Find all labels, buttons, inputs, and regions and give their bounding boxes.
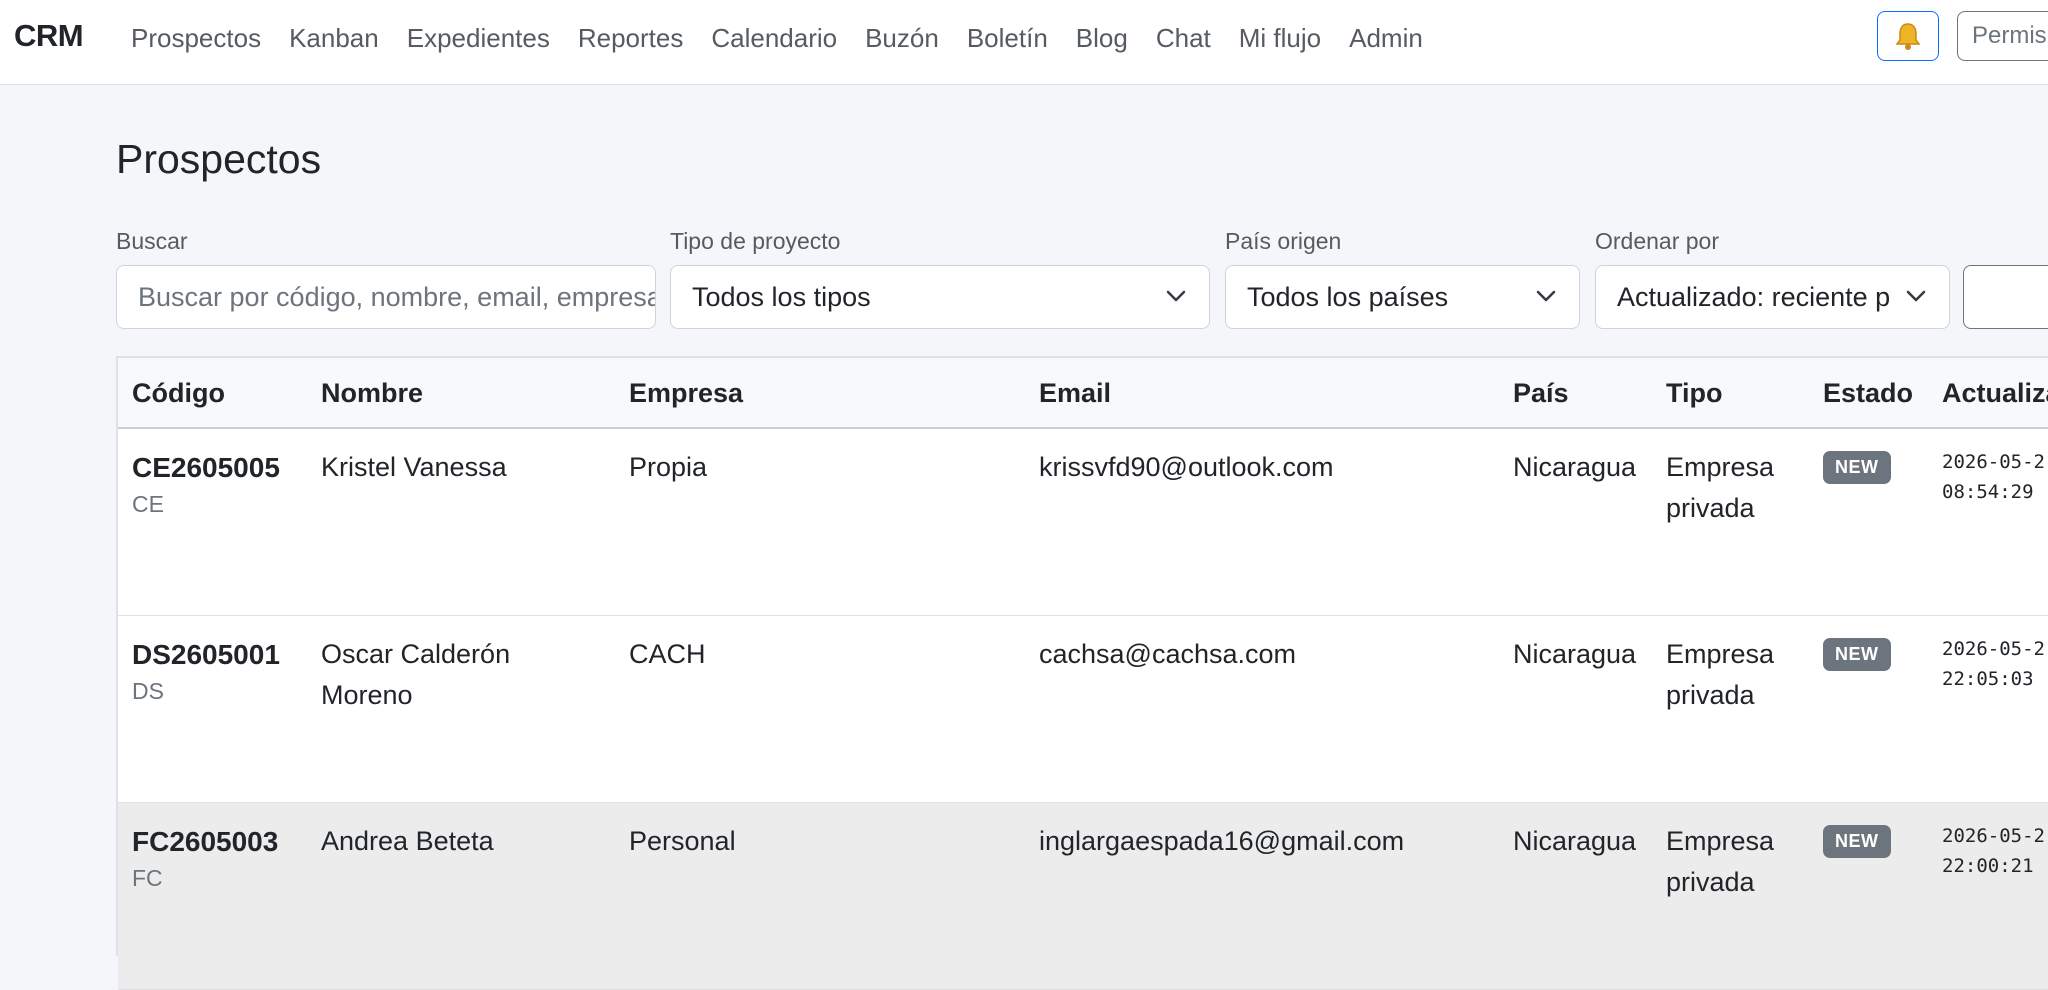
row-updated: 2026-05-2 22:00:21: [1942, 821, 2045, 881]
row-country: Nicaragua: [1513, 639, 1637, 669]
bell-icon: [1895, 23, 1921, 50]
row-country: Nicaragua: [1513, 452, 1637, 482]
column-header-pais[interactable]: País: [1513, 378, 1569, 409]
nav-link-calendario[interactable]: Calendario: [711, 20, 837, 56]
search-input[interactable]: [138, 267, 655, 328]
table-header: Código Nombre Empresa Email País Tipo Es…: [118, 358, 2048, 429]
nav-links: Prospectos Kanban Expedientes Reportes C…: [131, 20, 1451, 56]
project-type-label: Tipo de proyecto: [670, 228, 841, 254]
search-field[interactable]: [116, 265, 656, 329]
brand-logo[interactable]: CRM: [14, 18, 84, 54]
top-navbar: CRM Prospectos Kanban Expedientes Report…: [0, 0, 2048, 85]
row-code[interactable]: CE2605005: [132, 447, 280, 488]
row-company: Personal: [629, 826, 736, 856]
status-badge: NEW: [1823, 451, 1891, 484]
row-email: cachsa@cachsa.com: [1039, 639, 1297, 669]
filter-action-button[interactable]: [1963, 265, 2048, 329]
prospects-table: Código Nombre Empresa Email País Tipo Es…: [116, 356, 2048, 990]
table-row[interactable]: CE2605005 CE Kristel Vanessa Propia kris…: [118, 429, 2048, 616]
row-code[interactable]: FC2605003: [132, 821, 278, 862]
column-header-actualizado[interactable]: Actualiza: [1942, 378, 2048, 409]
table-row[interactable]: FC2605003 FC Andrea Beteta Personal ingl…: [118, 803, 2048, 990]
row-updated: 2026-05-2 22:05:03: [1942, 634, 2045, 694]
country-select[interactable]: Todos los países: [1225, 265, 1580, 329]
row-company: CACH: [629, 639, 706, 669]
status-badge: NEW: [1823, 638, 1891, 671]
chevron-down-icon: [1906, 290, 1926, 302]
row-type: Empresa privada: [1666, 452, 1775, 523]
row-prefix: FC: [132, 865, 163, 891]
notifications-button[interactable]: [1877, 11, 1939, 61]
nav-link-boletin[interactable]: Boletín: [967, 20, 1048, 56]
row-updated: 2026-05-2 08:54:29: [1942, 447, 2045, 507]
column-header-nombre[interactable]: Nombre: [321, 378, 423, 409]
nav-link-blog[interactable]: Blog: [1076, 20, 1128, 56]
row-updated-time: 22:00:21: [1942, 855, 2034, 877]
permissions-button[interactable]: Permis: [1957, 11, 2048, 61]
project-type-select[interactable]: Todos los tipos: [670, 265, 1210, 329]
row-updated-date: 2026-05-2: [1942, 638, 2045, 660]
country-value: Todos los países: [1247, 282, 1449, 312]
row-name: Andrea Beteta: [321, 826, 494, 856]
row-updated-date: 2026-05-2: [1942, 451, 2045, 473]
nav-link-chat[interactable]: Chat: [1156, 20, 1211, 56]
chevron-down-icon: [1536, 290, 1556, 302]
row-country: Nicaragua: [1513, 826, 1637, 856]
row-name: Oscar Calderón Moreno: [321, 639, 511, 710]
nav-link-buzon[interactable]: Buzón: [865, 20, 939, 56]
row-type: Empresa privada: [1666, 639, 1775, 710]
row-prefix: DS: [132, 678, 164, 704]
chevron-down-icon: [1166, 290, 1186, 302]
nav-link-mi-flujo[interactable]: Mi flujo: [1239, 20, 1321, 56]
page-title: Prospectos: [116, 136, 322, 182]
column-header-tipo[interactable]: Tipo: [1666, 378, 1723, 409]
row-name: Kristel Vanessa: [321, 452, 507, 482]
row-company: Propia: [629, 452, 708, 482]
country-label: País origen: [1225, 228, 1342, 254]
row-prefix: CE: [132, 491, 164, 517]
project-type-value: Todos los tipos: [692, 282, 871, 312]
row-email: krissvfd90@outlook.com: [1039, 452, 1334, 482]
column-header-empresa[interactable]: Empresa: [629, 378, 743, 409]
nav-link-reportes[interactable]: Reportes: [578, 20, 684, 56]
nav-link-admin[interactable]: Admin: [1349, 20, 1423, 56]
nav-link-prospectos[interactable]: Prospectos: [131, 20, 261, 56]
table-row[interactable]: DS2605001 DS Oscar Calderón Moreno CACH …: [118, 616, 2048, 803]
nav-link-expedientes[interactable]: Expedientes: [407, 20, 550, 56]
nav-link-kanban[interactable]: Kanban: [289, 20, 379, 56]
search-label: Buscar: [116, 228, 188, 254]
column-header-estado[interactable]: Estado: [1823, 378, 1913, 409]
row-updated-time: 08:54:29: [1942, 481, 2034, 503]
order-value: Actualizado: reciente primero: [1617, 282, 1891, 312]
column-header-codigo[interactable]: Código: [132, 378, 225, 409]
row-code[interactable]: DS2605001: [132, 634, 280, 675]
row-updated-date: 2026-05-2: [1942, 825, 2045, 847]
row-email: inglargaespada16@gmail.com: [1039, 826, 1405, 856]
order-select[interactable]: Actualizado: reciente primero: [1595, 265, 1950, 329]
row-updated-time: 22:05:03: [1942, 668, 2034, 690]
row-type: Empresa privada: [1666, 826, 1775, 897]
column-header-email[interactable]: Email: [1039, 378, 1111, 409]
order-label: Ordenar por: [1595, 228, 1720, 254]
status-badge: NEW: [1823, 825, 1891, 858]
